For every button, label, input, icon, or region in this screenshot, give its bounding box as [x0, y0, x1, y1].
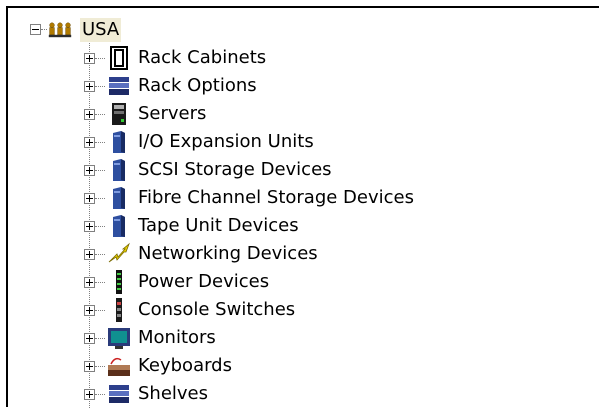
expand-toggle[interactable] [84, 361, 95, 372]
tree-connector [95, 394, 105, 395]
tree-item-label: SCSI Storage Devices [138, 159, 332, 180]
tree-view-panel: USA Rack Cabinets Rack Options Servers I… [6, 6, 599, 408]
expand-toggle[interactable] [84, 221, 95, 232]
expand-toggle[interactable] [84, 81, 95, 92]
fibre-channel-storage-icon [113, 187, 125, 209]
expand-toggle[interactable] [84, 249, 95, 260]
expand-toggle[interactable] [84, 137, 95, 148]
server-icon [112, 103, 126, 125]
rack-cabinet-icon [110, 46, 128, 70]
tree-connector [95, 282, 105, 283]
tree-connector [95, 366, 105, 367]
tree-connector [95, 226, 105, 227]
tape-unit-icon [113, 215, 125, 237]
tree-connector [95, 86, 105, 87]
expand-toggle[interactable] [84, 109, 95, 120]
people-group-icon [48, 22, 72, 38]
tree-item-label: Servers [138, 103, 207, 124]
tree-connector [95, 338, 105, 339]
expand-toggle[interactable] [84, 53, 95, 64]
tree-connector [95, 114, 105, 115]
collapse-toggle-usa[interactable] [30, 24, 41, 35]
tree-item-label: Shelves [138, 383, 209, 404]
io-expansion-icon [113, 131, 125, 153]
expand-toggle[interactable] [84, 389, 95, 400]
tree-item-label: Monitors [138, 327, 216, 348]
rack-options-icon [109, 77, 129, 95]
tree-connector-root [41, 29, 47, 30]
tree-item-label: Networking Devices [138, 243, 318, 264]
tree-item-label: Console Switches [138, 299, 296, 320]
expand-toggle[interactable] [84, 193, 95, 204]
expand-toggle[interactable] [84, 305, 95, 316]
expand-toggle[interactable] [84, 333, 95, 344]
keyboard-icon [108, 357, 130, 376]
tree-connector [95, 310, 105, 311]
tree-item-label: Power Devices [138, 271, 270, 292]
scsi-storage-icon [113, 159, 125, 181]
tree-connector [95, 58, 105, 59]
networking-lightning-icon [108, 242, 130, 263]
tree-item-label: Keyboards [138, 355, 232, 376]
tree-item-label: I/O Expansion Units [138, 131, 314, 152]
monitor-icon [108, 328, 130, 349]
tree-root-label[interactable]: USA [80, 18, 122, 42]
expand-toggle[interactable] [84, 277, 95, 288]
expand-toggle[interactable] [84, 165, 95, 176]
power-device-icon [116, 270, 122, 294]
tree-connector [95, 254, 105, 255]
tree-item-label: Rack Cabinets [138, 47, 267, 68]
tree-item-label: Fibre Channel Storage Devices [138, 187, 414, 208]
tree-connector [95, 198, 105, 199]
console-switch-icon [116, 298, 122, 322]
tree-connector [95, 142, 105, 143]
shelves-icon [109, 385, 129, 403]
tree-item-label: Rack Options [138, 75, 257, 96]
tree-item-label: Tape Unit Devices [138, 215, 299, 236]
tree-connector [95, 170, 105, 171]
